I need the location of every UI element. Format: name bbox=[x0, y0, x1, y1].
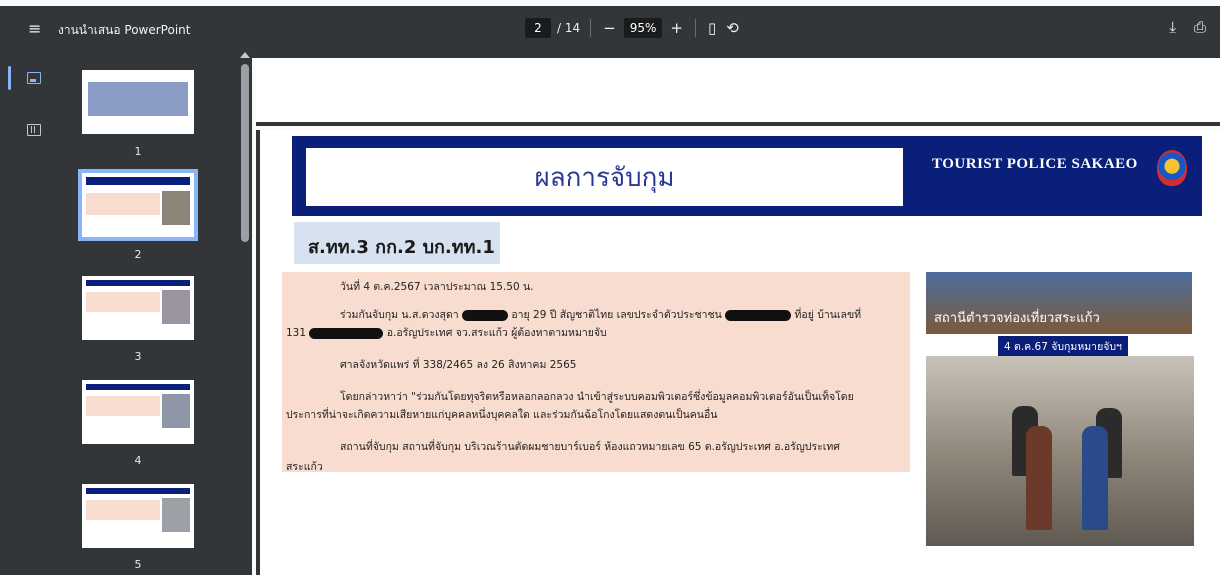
pdf-toolbar: ≡ งานนำเสนอ PowerPoint 2 / 14 − 95% + ▯ … bbox=[0, 0, 1220, 58]
sidebar-rail bbox=[0, 58, 52, 575]
thumbnail-page-5[interactable] bbox=[82, 484, 194, 548]
person-figure bbox=[1082, 426, 1108, 530]
thumb-graphic bbox=[162, 191, 190, 225]
text: อายุ 29 ปี สัญชาติไทย เลขประจำตัวประชาชน bbox=[511, 309, 722, 321]
hamburger-icon[interactable]: ≡ bbox=[28, 20, 41, 38]
thumb-graphic bbox=[86, 500, 160, 520]
rail-active-indicator bbox=[8, 66, 11, 90]
thumb-graphic bbox=[86, 396, 160, 416]
paragraph-date: วันที่ 4 ต.ค.2567 เวลาประมาณ 15.50 น. bbox=[340, 281, 534, 293]
thumb-graphic bbox=[86, 384, 190, 390]
page-1 bbox=[256, 58, 1220, 126]
page-controls: 2 / 14 − 95% + ▯ ⟲ bbox=[525, 16, 741, 40]
paragraph-court: ศาลจังหวัดแพร่ ที่ 338/2465 ลง 26 สิงหาค… bbox=[340, 359, 577, 371]
thumb-graphic bbox=[86, 193, 160, 215]
redaction bbox=[309, 327, 384, 339]
unit-label: ส.ทท.3 กก.2 บก.ทท.1 bbox=[308, 237, 495, 258]
redaction bbox=[725, 309, 792, 321]
station-banner-image: สถานีตำรวจท่องเที่ยวสระแก้ว bbox=[926, 272, 1192, 334]
slide-title: ผลการจับกุม bbox=[534, 161, 675, 192]
thumb-graphic bbox=[86, 488, 190, 494]
thumb-graphic bbox=[86, 177, 190, 185]
thumbnail-panel: 1 2 3 4 5 bbox=[52, 58, 238, 575]
paragraph-charge-cont: ประการที่น่าจะเกิดความเสียหายแก่บุคคลหนึ… bbox=[286, 409, 718, 421]
print-icon[interactable]: ⎙ bbox=[1194, 18, 1206, 36]
thumbnail-scrollbar[interactable] bbox=[238, 50, 252, 575]
redaction bbox=[462, 309, 508, 321]
fit-page-icon[interactable]: ▯ bbox=[706, 19, 718, 37]
paragraph-suspect: ร่วมกันจับกุม น.ส.ดวงสุดา อายุ 29 ปี สัญ… bbox=[340, 308, 920, 323]
station-name: สถานีตำรวจท่องเที่ยวสระแก้ว bbox=[934, 311, 1100, 326]
rotate-icon[interactable]: ⟲ bbox=[724, 19, 741, 37]
divider bbox=[694, 19, 696, 37]
page-number-input[interactable]: 2 bbox=[525, 18, 551, 38]
thumb-graphic bbox=[162, 394, 190, 428]
slide-banner: ผลการจับกุม TOURIST POLICE SAKAEO bbox=[292, 136, 1202, 216]
banner-title-box: ผลการจับกุม bbox=[306, 148, 903, 206]
download-icon[interactable]: ⤓ bbox=[1169, 18, 1176, 36]
police-badge-icon bbox=[1157, 150, 1187, 186]
text: ที่อยู่ บ้านเลขที่ bbox=[794, 309, 862, 321]
thumbnail-page-3[interactable] bbox=[82, 276, 194, 340]
thumbnail-number: 1 bbox=[134, 145, 142, 158]
thumb-graphic bbox=[86, 280, 190, 286]
thumb-graphic bbox=[86, 292, 160, 312]
thumbnail-number: 5 bbox=[134, 558, 142, 571]
document-viewer: ผลการจับกุม TOURIST POLICE SAKAEO ส.ทท.3… bbox=[252, 58, 1220, 575]
text: อ.อรัญประเทศ จว.สระแก้ว ผู้ต้องหาตามหมาย… bbox=[386, 327, 607, 339]
zoom-out-button[interactable]: − bbox=[601, 19, 618, 37]
paragraph-charge: โดยกล่าวหาว่า "ร่วมกันโดยทุจริตหรือหลอกล… bbox=[340, 391, 854, 403]
thumb-graphic bbox=[162, 498, 190, 532]
thumb-graphic bbox=[88, 82, 188, 116]
document-title: งานนำเสนอ PowerPoint bbox=[58, 23, 191, 37]
scroll-up-icon[interactable] bbox=[240, 52, 250, 58]
unit-label-box: ส.ทท.3 กก.2 บก.ทท.1 bbox=[294, 222, 500, 264]
suspect-figure bbox=[1026, 426, 1052, 530]
scrollbar-thumb[interactable] bbox=[241, 64, 249, 242]
thumbnail-page-2[interactable] bbox=[78, 169, 198, 241]
arrest-photo bbox=[926, 356, 1194, 546]
thumbnail-view-icon[interactable] bbox=[27, 72, 41, 84]
zoom-in-button[interactable]: + bbox=[668, 19, 685, 37]
total-pages: / 14 bbox=[557, 21, 581, 35]
thumbnail-page-4[interactable] bbox=[82, 380, 194, 444]
photo-date-label: 4 ต.ค.67 จับกุมหมายจับฯ bbox=[998, 336, 1128, 357]
paragraph-location-cont: สระแก้ว bbox=[286, 461, 323, 473]
thumbnail-number: 4 bbox=[134, 454, 142, 467]
thumbnail-number: 3 bbox=[134, 350, 142, 363]
thumbnail-number: 2 bbox=[134, 248, 142, 261]
paragraph-location: สถานที่จับกุม สถานที่จับกุม บริเวณร้านตั… bbox=[340, 441, 840, 453]
thumbnail-page-1[interactable] bbox=[82, 70, 194, 134]
paragraph-suspect-cont: 131 อ.อรัญประเทศ จว.สระแก้ว ผู้ต้องหาตาม… bbox=[286, 326, 607, 341]
page-2: ผลการจับกุม TOURIST POLICE SAKAEO ส.ทท.3… bbox=[256, 130, 1220, 575]
text: 131 bbox=[286, 327, 307, 339]
divider bbox=[590, 19, 592, 37]
thumb-graphic bbox=[162, 290, 190, 324]
outline-view-icon[interactable] bbox=[27, 124, 41, 136]
text: ร่วมกันจับกุม น.ส.ดวงสุดา bbox=[340, 309, 459, 321]
zoom-input[interactable]: 95% bbox=[623, 18, 663, 38]
agency-name: TOURIST POLICE SAKAEO bbox=[932, 156, 1138, 172]
